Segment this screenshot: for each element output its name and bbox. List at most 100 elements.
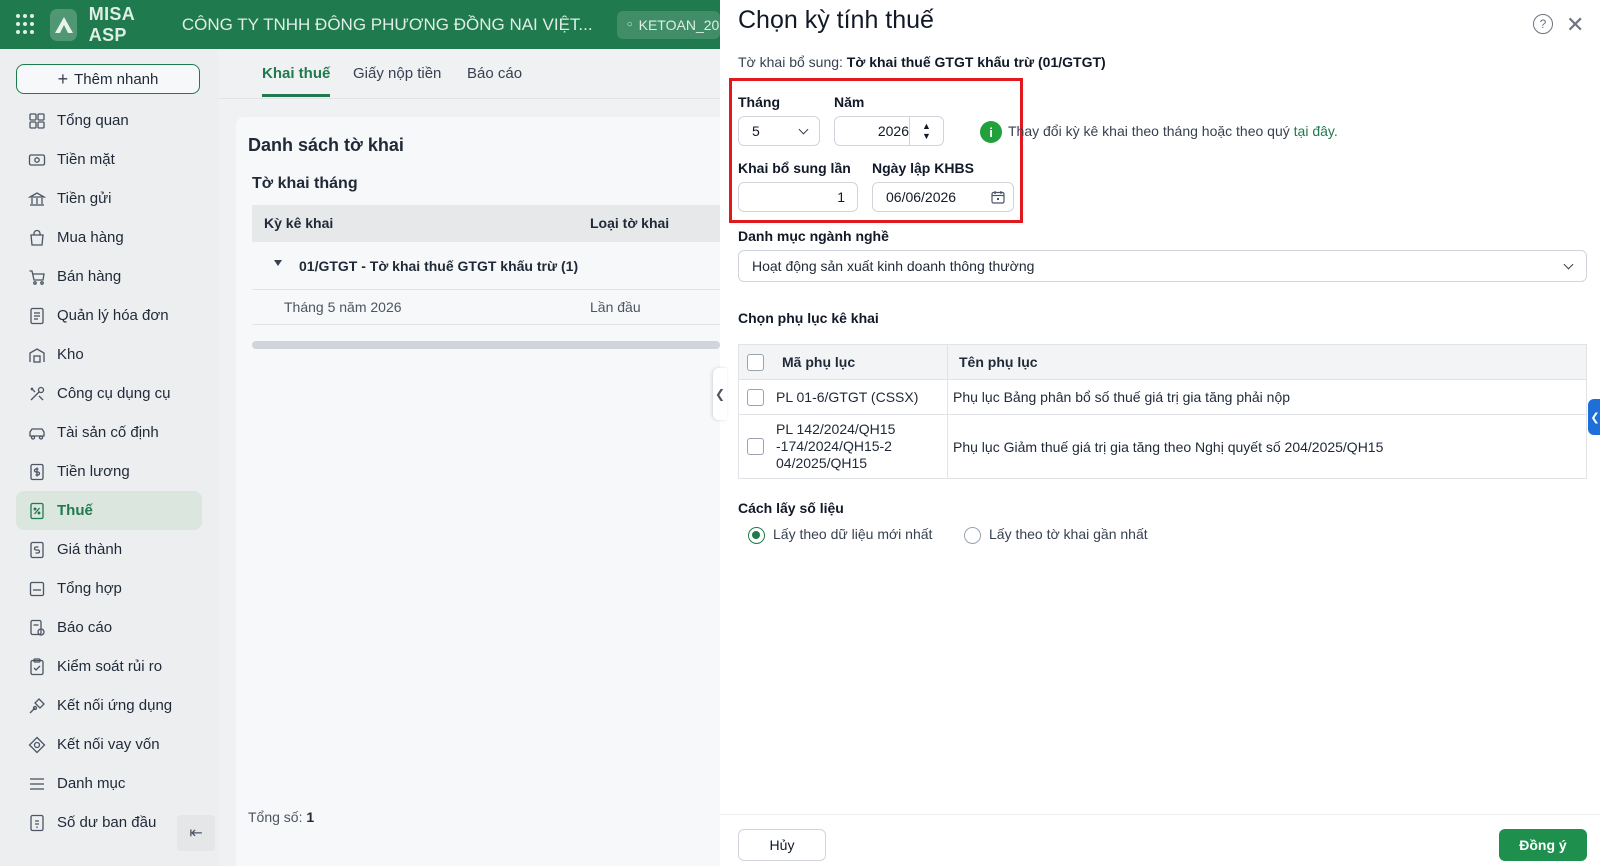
appendix-code: PL 142/2024/QH15-174/2024/QH15-204/2025/… bbox=[776, 421, 896, 471]
sidebar-item-label: Tổng hợp bbox=[57, 580, 122, 597]
side-panel-toggle-icon[interactable]: ❮ bbox=[1588, 399, 1600, 435]
sidebar-item-label: Danh mục bbox=[57, 775, 126, 792]
year-label: Năm bbox=[834, 94, 865, 110]
stepper-arrows-icon[interactable]: ▲ ▼ bbox=[909, 117, 943, 145]
database-tag[interactable]: ○ KETOAN_202 bbox=[616, 10, 720, 39]
sidebar-item-label: Kiểm soát rủi ro bbox=[57, 658, 163, 675]
row-period: Tháng 5 năm 2026 bbox=[284, 299, 402, 315]
row-type: Lần đầu bbox=[590, 299, 641, 315]
sidebar-item-10[interactable]: Tiền lương bbox=[16, 452, 202, 491]
horizontal-scrollbar[interactable] bbox=[252, 341, 720, 349]
app-grid-icon[interactable] bbox=[16, 13, 34, 36]
salary-icon bbox=[30, 463, 44, 480]
sidebar-item-14[interactable]: Báo cáo bbox=[16, 608, 202, 647]
chevron-left-icon[interactable]: ❮ bbox=[713, 368, 727, 420]
group-label: 01/GTGT - Tờ khai thuế GTGT khấu trừ (1) bbox=[299, 258, 579, 274]
sidebar: + Thêm nhanh Tổng quan Tiền mặt Tiền gửi Mu… bbox=[0, 49, 218, 866]
sidebar-item-7[interactable]: Kho bbox=[16, 335, 202, 374]
column-type: Loại tờ khai bbox=[590, 215, 670, 231]
table-row[interactable]: Tháng 5 năm 2026 Lần đầu bbox=[252, 290, 720, 325]
sidebar-item-19[interactable]: Số dư ban đầu bbox=[16, 803, 202, 842]
loan-icon bbox=[28, 736, 46, 753]
quick-add-label: Thêm nhanh bbox=[74, 70, 159, 88]
month-label: Tháng bbox=[738, 94, 780, 110]
help-icon[interactable]: ? bbox=[1533, 14, 1553, 34]
month-value: 5 bbox=[752, 123, 760, 139]
dialog-subtitle: Tờ khai bổ sung: Tờ khai thuế GTGT khấu … bbox=[738, 54, 1106, 70]
list-icon bbox=[30, 777, 44, 790]
summary-icon bbox=[29, 581, 45, 596]
row-checkbox[interactable] bbox=[747, 438, 764, 455]
radio-nearest-declaration[interactable] bbox=[964, 527, 981, 544]
sidebar-item-15[interactable]: Kiểm soát rủi ro bbox=[16, 647, 202, 686]
sidebar-item-3[interactable]: Tiền gửi bbox=[16, 179, 202, 218]
table-header: Kỳ kê khai Loại tờ khai bbox=[252, 205, 720, 242]
sidebar-item-label: Giá thành bbox=[57, 541, 123, 558]
company-name[interactable]: CÔNG TY TNHH ĐÔNG PHƯƠNG ĐỒNG NAI VIỆT..… bbox=[182, 15, 593, 35]
collapse-sidebar-icon[interactable]: ⇤ bbox=[177, 815, 215, 851]
industry-select[interactable]: Hoạt động sản xuất kinh doanh thông thườ… bbox=[738, 250, 1587, 282]
sidebar-item-12[interactable]: Giá thành bbox=[16, 530, 202, 569]
dialog-footer: Hủy Đồng ý bbox=[720, 814, 1600, 866]
warehouse-icon bbox=[29, 347, 45, 363]
info-icon: i bbox=[980, 121, 1002, 143]
column-period: Kỳ kê khai bbox=[264, 215, 334, 231]
quick-add-button[interactable]: + Thêm nhanh bbox=[16, 64, 200, 94]
sidebar-item-label: Kết nối ứng dụng bbox=[57, 697, 173, 714]
calendar-icon[interactable] bbox=[991, 190, 1005, 204]
confirm-button[interactable]: Đồng ý bbox=[1499, 829, 1587, 861]
caret-down-icon[interactable] bbox=[274, 260, 282, 266]
month-select[interactable]: 5 bbox=[738, 116, 820, 146]
sidebar-item-label: Tiền gửi bbox=[57, 190, 112, 207]
table-row[interactable]: PL 01-6/GTGT (CSSX) Phụ lục Bảng phân bổ… bbox=[739, 380, 1586, 415]
sidebar-item-17[interactable]: Kết nối vay vốn bbox=[16, 725, 202, 764]
sidebar-item-16[interactable]: Kết nối ứng dụng bbox=[16, 686, 202, 725]
close-icon[interactable]: ✕ bbox=[1566, 12, 1584, 38]
sidebar-item-6[interactable]: Quản lý hóa đơn bbox=[16, 296, 202, 335]
database-name: KETOAN_202 bbox=[638, 16, 720, 33]
sidebar-item-2[interactable]: Tiền mặt bbox=[16, 140, 202, 179]
info-message: Thay đổi kỳ kê khai theo tháng hoặc theo… bbox=[1008, 123, 1338, 139]
table-row[interactable]: PL 142/2024/QH15-174/2024/QH15-204/2025/… bbox=[739, 415, 1586, 478]
sidebar-item-8[interactable]: Công cụ dụng cụ bbox=[16, 374, 202, 413]
cancel-button[interactable]: Hủy bbox=[738, 829, 826, 861]
appendix-title: Chọn phụ lục kê khai bbox=[738, 310, 879, 326]
radio-latest-data[interactable] bbox=[748, 527, 765, 544]
shopping-bag-icon bbox=[30, 229, 44, 246]
chevron-down-icon bbox=[1563, 259, 1574, 269]
group-row[interactable]: 01/GTGT - Tờ khai thuế GTGT khấu trừ (1) bbox=[252, 242, 720, 290]
tab-giay-nop-tien[interactable]: Giấy nộp tiền bbox=[353, 65, 441, 94]
tab-khai-thue[interactable]: Khai thuế bbox=[262, 65, 331, 97]
sidebar-item-label: Kết nối vay vốn bbox=[57, 736, 160, 753]
tools-icon bbox=[30, 386, 45, 400]
radio-nearest-declaration-label[interactable]: Lấy theo tờ khai gần nhất bbox=[989, 526, 1148, 542]
sidebar-item-18[interactable]: Danh mục bbox=[16, 764, 202, 803]
appendix-name: Phụ lục Giảm thuế giá trị gia tăng theo … bbox=[953, 438, 1384, 455]
appendix-header-code-cell: Mã phụ lục bbox=[739, 345, 948, 379]
change-period-link[interactable]: tại đây. bbox=[1294, 123, 1338, 139]
appendix-table: Mã phụ lục Tên phụ lục PL 01-6/GTGT (CSS… bbox=[738, 344, 1587, 479]
sidebar-item-1[interactable]: Tổng quan bbox=[16, 101, 202, 140]
supplement-input[interactable]: 1 bbox=[738, 182, 858, 212]
plug-icon bbox=[29, 697, 45, 713]
balance-icon bbox=[30, 814, 44, 831]
sidebar-item-4[interactable]: Mua hàng bbox=[16, 218, 202, 257]
sidebar-item-label: Mua hàng bbox=[57, 229, 124, 246]
sidebar-item-5[interactable]: Bán hàng bbox=[16, 257, 202, 296]
year-stepper[interactable]: 2026 ▲ ▼ bbox=[834, 116, 944, 146]
year-value: 2026 bbox=[877, 123, 909, 139]
tab-bao-cao[interactable]: Báo cáo bbox=[467, 65, 522, 94]
vehicle-icon bbox=[29, 427, 45, 440]
sidebar-nav: Tổng quan Tiền mặt Tiền gửi Mua hàng Bán hàn… bbox=[16, 101, 202, 842]
sidebar-item-11[interactable]: Thuế bbox=[16, 491, 202, 530]
khbs-date-picker[interactable]: 06/06/2026 bbox=[872, 182, 1014, 212]
sidebar-item-9[interactable]: Tài sản cố định bbox=[16, 413, 202, 452]
sidebar-item-13[interactable]: Tổng hợp bbox=[16, 569, 202, 608]
khbs-date-value: 06/06/2026 bbox=[886, 189, 957, 205]
dashboard-icon bbox=[29, 112, 45, 129]
radio-latest-data-label[interactable]: Lấy theo dữ liệu mới nhất bbox=[773, 526, 932, 542]
appendix-code-cell: PL 01-6/GTGT (CSSX) bbox=[739, 380, 948, 414]
row-checkbox[interactable] bbox=[747, 388, 764, 406]
select-all-checkbox[interactable] bbox=[747, 353, 764, 371]
cart-icon bbox=[29, 269, 45, 285]
